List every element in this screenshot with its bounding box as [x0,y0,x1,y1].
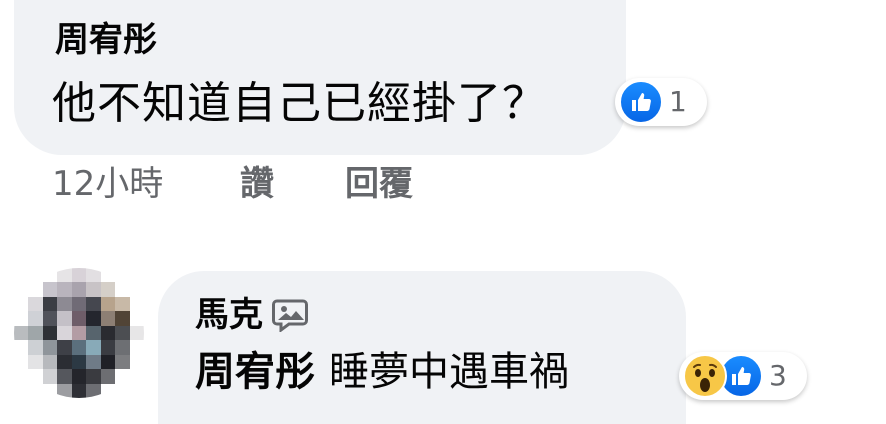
comment-author-row: 馬克 [195,293,309,337]
comment-timestamp[interactable]: 12小時 [52,160,240,208]
like-button[interactable]: 讚 [240,160,345,208]
comment-body: 睡夢中遇車禍 [329,349,569,395]
wow-icon [683,354,727,398]
avatar[interactable] [14,268,144,398]
like-icon [619,80,663,124]
tagged-user-link[interactable]: 周宥彤 [195,349,315,395]
comment-text: 周宥彤 睡夢中遇車禍 [195,345,569,399]
reaction-summary[interactable]: 3 [679,352,807,400]
comment-author[interactable]: 馬克 [195,293,263,337]
reaction-summary[interactable]: 1 [615,78,707,126]
reaction-count: 3 [769,359,787,392]
comment-actions: 12小時 讚 回覆 [52,160,413,208]
comment-thread: 周宥彤 他不知道自己已經掛了？ 1 12小時 讚 回覆 馬克 周宥彤 睡夢中遇車… [0,0,886,424]
reply-button[interactable]: 回覆 [345,160,413,208]
comment-author[interactable]: 周宥彤 [55,18,157,62]
speech-bubble-image-icon [271,298,309,332]
comment-text: 他不知道自己已經掛了？ [52,78,547,129]
reaction-count: 1 [669,85,687,118]
